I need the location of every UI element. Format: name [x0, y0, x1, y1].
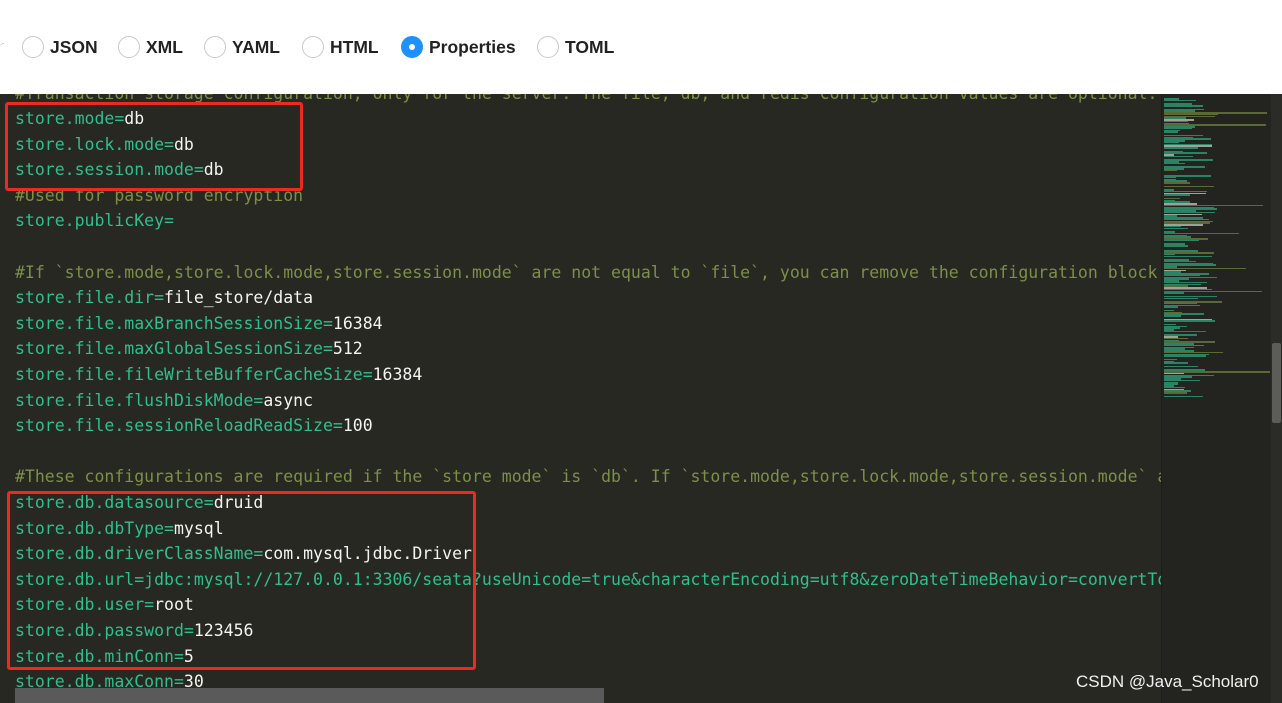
radio-label: YAML [232, 36, 280, 57]
minimap-line [1164, 155, 1193, 158]
watermark: CSDN @Java_Scholar0 [1076, 672, 1259, 691]
code-property-line: store.file.fileWriteBufferCacheSize=1638… [15, 362, 1163, 388]
minimap-line [1164, 227, 1188, 230]
equals-sign: = [332, 416, 343, 436]
code-comment-line: #These configurations are required if th… [15, 467, 1163, 487]
code-comment-line: #If `store.mode,store.lock.mode,store.se… [15, 262, 1163, 282]
minimap-line [1164, 162, 1185, 165]
minimap-line [1164, 395, 1203, 398]
radio-circle-icon [118, 36, 140, 58]
minimap-line [1164, 362, 1188, 364]
minimap-line [1164, 355, 1206, 357]
property-value: async [263, 390, 314, 410]
minimap-line [1164, 147, 1198, 149]
minimap-line [1164, 320, 1215, 322]
vertical-scrollbar-thumb[interactable] [1272, 343, 1281, 423]
code-property-line: store.file.maxGlobalSessionSize=512 [15, 336, 1163, 362]
property-key: store.file.maxBranchSessionSize [15, 313, 323, 333]
format-selector-bar: JSON XML YAML HTML Properties TOML [0, 0, 1282, 94]
minimap-line [1164, 255, 1212, 258]
radio-label: TOML [565, 36, 615, 57]
minimap-line [1164, 99, 1196, 102]
radio-label: XML [146, 36, 183, 57]
equals-sign: = [322, 339, 333, 359]
minimap-line [1164, 239, 1199, 242]
minimap-line [1164, 169, 1177, 172]
minimap-line [1164, 185, 1214, 188]
radio-html[interactable]: HTML [302, 35, 379, 59]
minimap-line [1164, 292, 1184, 294]
property-value: 512 [332, 339, 363, 359]
equals-sign: = [362, 365, 373, 385]
equals-sign: = [322, 313, 333, 333]
minimap-line [1164, 194, 1190, 196]
minimap-line [1164, 297, 1198, 300]
partial-radio-edge [0, 43, 4, 51]
property-key: store.file.flushDiskMode [15, 390, 254, 410]
radio-json[interactable]: JSON [22, 35, 98, 59]
equals-sign: = [164, 211, 174, 231]
horizontal-scrollbar-thumb[interactable] [15, 688, 604, 703]
radio-selected-icon [401, 36, 423, 58]
minimap-line [1164, 392, 1187, 394]
minimap-line [1164, 245, 1188, 247]
property-value: 16384 [372, 365, 423, 385]
radio-circle-icon [302, 36, 324, 58]
property-key: store.file.dir [15, 288, 155, 308]
property-key: store.file.maxGlobalSessionSize [15, 339, 323, 359]
radio-yaml[interactable]: YAML [204, 35, 280, 59]
radio-label: Properties [429, 36, 516, 57]
minimap-line [1164, 105, 1203, 107]
code-property-line: store.file.sessionReloadReadSize=100 [15, 413, 1163, 439]
radio-label: JSON [50, 36, 98, 57]
code-property-line: store.file.maxBranchSessionSize=16384 [15, 311, 1163, 337]
property-key: store.file.fileWriteBufferCacheSize [15, 365, 363, 385]
radio-label: HTML [330, 36, 379, 57]
equals-sign: = [253, 390, 264, 410]
minimap-line [1164, 365, 1198, 368]
minimap-line [1164, 131, 1178, 133]
property-value: 16384 [332, 313, 383, 333]
radio-circle-icon [22, 36, 44, 58]
property-key: store.file.sessionReloadReadSize [15, 416, 333, 436]
minimap-line [1164, 182, 1190, 184]
minimap-line [1164, 315, 1181, 317]
property-value: 100 [342, 416, 373, 436]
radio-circle-icon [204, 36, 226, 58]
highlight-box-store-db [7, 491, 476, 670]
property-value: file_store/data [164, 288, 314, 308]
property-key: store.publicKey [15, 211, 165, 231]
minimap-line [1164, 330, 1206, 333]
code-property-line: store.file.dir=file_store/data [15, 285, 1163, 311]
radio-xml[interactable]: XML [118, 35, 183, 59]
minimap-line [1164, 306, 1178, 308]
highlight-box-store-mode [5, 102, 303, 191]
radio-properties[interactable]: Properties [401, 35, 516, 59]
minimap[interactable] [1161, 94, 1271, 703]
radio-toml[interactable]: TOML [537, 35, 614, 59]
equals-sign: = [154, 288, 165, 308]
code-property-line: store.publicKey= [15, 208, 1163, 234]
code-property-line: store.file.flushDiskMode=async [15, 388, 1163, 414]
radio-circle-icon [537, 36, 559, 58]
